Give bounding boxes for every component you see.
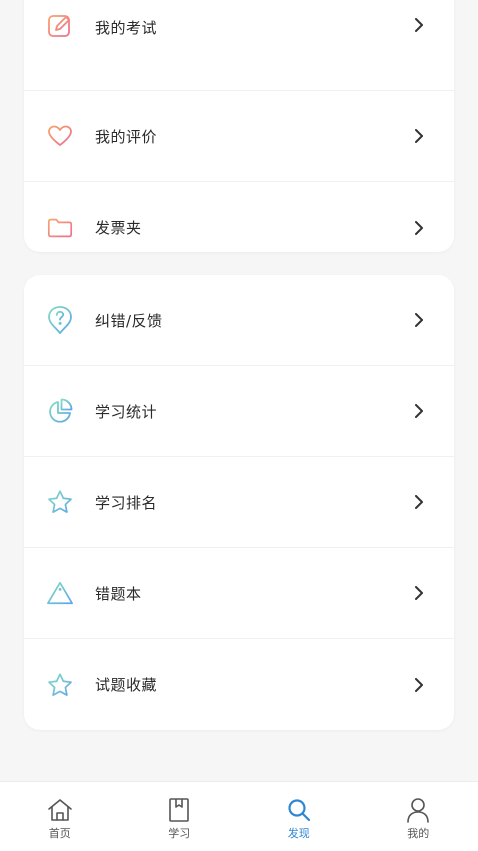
menu-item-label: 学习统计 — [95, 401, 157, 422]
star-icon — [46, 488, 74, 516]
home-icon — [46, 796, 74, 824]
menu-item-question-favorites[interactable]: 试题收藏 — [24, 639, 454, 730]
tab-label: 发现 — [288, 825, 310, 841]
tab-home[interactable]: 首页 — [0, 782, 120, 851]
menu-item-label: 发票夹 — [95, 217, 142, 238]
menu-item-label: 我的评价 — [95, 126, 157, 147]
heart-icon — [46, 122, 74, 150]
chevron-right-icon — [412, 313, 426, 327]
menu-item-my-reviews[interactable]: 我的评价 — [24, 91, 454, 182]
tab-label: 首页 — [49, 825, 71, 841]
tab-study[interactable]: 学习 — [120, 782, 240, 851]
pie-chart-icon — [46, 397, 74, 425]
edit-icon — [46, 12, 74, 40]
menu-item-label: 纠错/反馈 — [95, 310, 163, 331]
menu-item-study-stats[interactable]: 学习统计 — [24, 366, 454, 457]
tab-mine[interactable]: 我的 — [359, 782, 478, 851]
tab-label: 我的 — [407, 825, 429, 841]
menu-item-label: 试题收藏 — [95, 674, 157, 695]
chevron-right-icon — [412, 129, 426, 143]
chevron-right-icon — [412, 404, 426, 418]
search-icon — [285, 796, 313, 824]
menu-item-label: 错题本 — [95, 583, 142, 604]
menu-item-invoice-folder[interactable]: 发票夹 — [24, 182, 454, 252]
warning-icon — [46, 579, 74, 607]
menu-item-my-exams[interactable]: 我的考试 — [24, 0, 454, 91]
menu-item-wrong-questions[interactable]: 错题本 — [24, 548, 454, 639]
menu-item-label: 我的考试 — [95, 17, 157, 38]
help-pin-icon — [46, 306, 74, 334]
menu-item-feedback[interactable]: 纠错/反馈 — [24, 275, 454, 366]
star-icon — [46, 671, 74, 699]
chevron-right-icon — [412, 18, 426, 32]
tab-label: 学习 — [168, 825, 190, 841]
tab-discover[interactable]: 发现 — [239, 782, 359, 851]
settings-group-2: 纠错/反馈 学习统计 学习排名 — [24, 275, 454, 730]
settings-group-1: 我的考试 我的评价 发票夹 — [24, 0, 454, 252]
chevron-right-icon — [412, 495, 426, 509]
user-icon — [404, 796, 432, 824]
menu-item-label: 学习排名 — [95, 492, 157, 513]
book-icon — [165, 796, 193, 824]
chevron-right-icon — [412, 678, 426, 692]
bottom-tab-bar: 首页 学习 发现 我的 — [0, 781, 478, 851]
chevron-right-icon — [412, 221, 426, 235]
menu-item-study-ranking[interactable]: 学习排名 — [24, 457, 454, 548]
folder-icon — [46, 214, 74, 242]
chevron-right-icon — [412, 586, 426, 600]
